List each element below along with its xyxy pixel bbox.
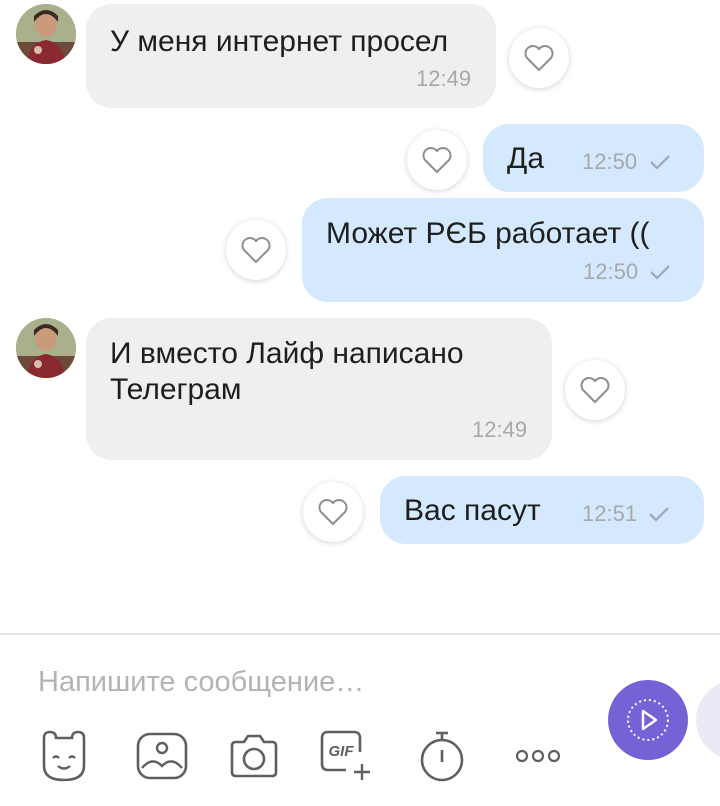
message-time: 12:50 [582, 149, 638, 174]
gif-icon: GIF [320, 730, 370, 780]
read-check-icon [650, 155, 670, 170]
gallery-button[interactable] [134, 728, 190, 784]
message-time: 12:49 [472, 417, 528, 442]
more-button[interactable] [510, 728, 566, 784]
camera-icon [230, 734, 278, 778]
like-button[interactable] [509, 28, 569, 88]
message-input[interactable] [38, 662, 558, 702]
composer-divider [0, 633, 720, 635]
heart-icon [422, 147, 452, 174]
timer-icon [420, 731, 464, 782]
extra-action-button[interactable] [696, 680, 720, 760]
message-bubble-outgoing[interactable]: Вас пасут 12:51 [380, 476, 704, 544]
message-text: Вас пасут [404, 494, 541, 527]
like-button[interactable] [303, 482, 363, 542]
voice-video-button[interactable] [608, 680, 688, 760]
read-check-icon [650, 265, 670, 280]
contact-avatar[interactable] [16, 4, 76, 64]
camera-button[interactable] [226, 728, 282, 784]
message-bubble-incoming[interactable]: У меня интернет просел 12:49 [86, 4, 496, 108]
play-circle-icon [627, 699, 669, 741]
message-text: У меня интернет просел [110, 25, 449, 58]
message-bubble-incoming[interactable]: И вместо Лайф написано Телеграм 12:49 [86, 318, 552, 460]
message-bubble-outgoing[interactable]: Да 12:50 [483, 124, 704, 192]
message-text: И вместо Лайф написано Телеграм [110, 337, 464, 406]
read-check-icon [649, 507, 669, 522]
message-time: 12:51 [582, 501, 638, 526]
gif-button[interactable]: GIF [318, 728, 374, 784]
contact-avatar[interactable] [16, 318, 76, 378]
heart-icon [580, 377, 610, 404]
heart-icon [318, 499, 348, 526]
message-bubble-outgoing[interactable]: Может РЄБ работает (( 12:50 [302, 198, 704, 302]
message-time: 12:50 [583, 259, 639, 284]
timer-button[interactable] [414, 728, 470, 784]
chat-screen: У меня интернет просел 12:49 Да 12:50 Мо… [0, 0, 720, 806]
like-button[interactable] [565, 360, 625, 420]
more-icon [515, 749, 561, 763]
like-button[interactable] [226, 220, 286, 280]
sticker-button[interactable] [36, 728, 92, 784]
gallery-icon [136, 732, 188, 780]
sticker-icon [42, 730, 86, 782]
gif-label: GIF [329, 743, 355, 760]
message-text: Да [507, 142, 545, 175]
message-time: 12:49 [416, 66, 472, 91]
contact-photo [16, 4, 76, 64]
contact-photo [16, 318, 76, 378]
like-button[interactable] [407, 130, 467, 190]
message-text: Может РЄБ работает (( [326, 217, 650, 250]
heart-icon [241, 237, 271, 264]
heart-icon [524, 45, 554, 72]
